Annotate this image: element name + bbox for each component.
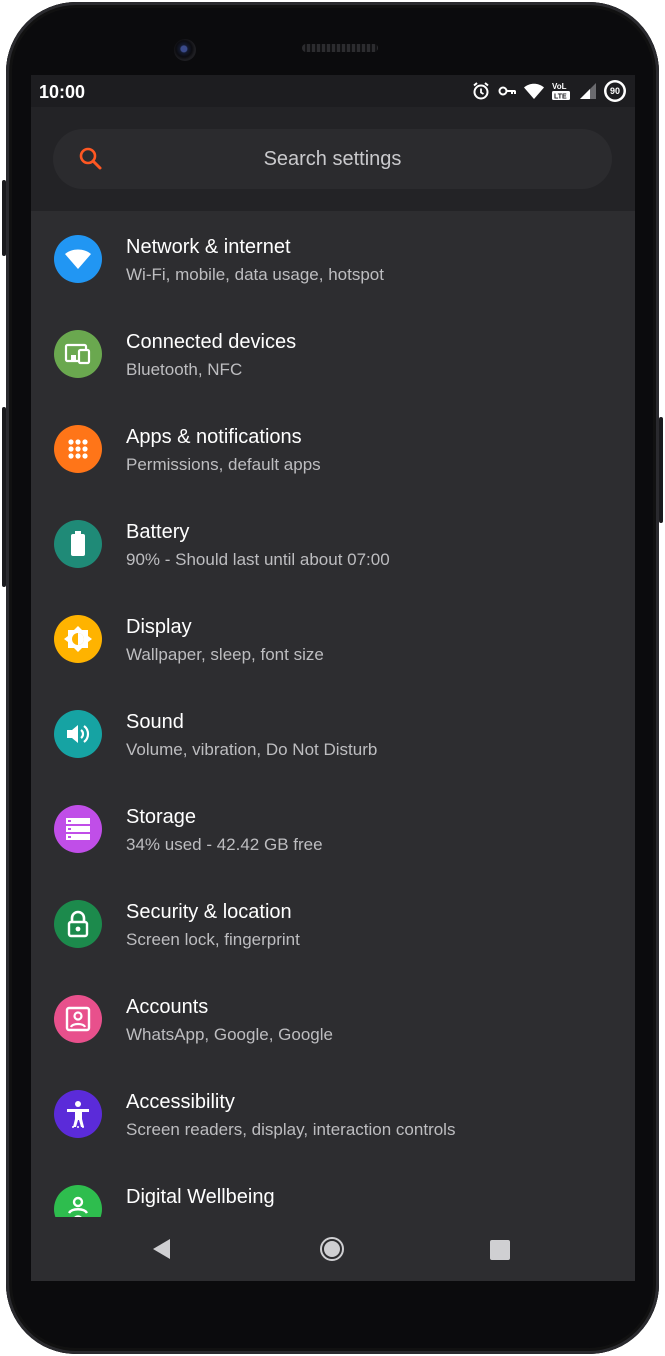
setting-title: Battery bbox=[126, 521, 190, 543]
setting-subtitle: Screen readers, display, interaction con… bbox=[126, 1120, 456, 1139]
setting-display[interactable]: Display Wallpaper, sleep, font size bbox=[31, 591, 635, 686]
brightness-icon bbox=[54, 615, 102, 663]
back-icon[interactable] bbox=[151, 1237, 173, 1266]
home-icon[interactable] bbox=[320, 1237, 344, 1266]
setting-apps-notifications[interactable]: Apps & notifications Permissions, defaul… bbox=[31, 401, 635, 496]
accessibility-icon bbox=[54, 1090, 102, 1138]
search-placeholder: Search settings bbox=[263, 147, 402, 170]
search-header: Search settings bbox=[31, 107, 635, 211]
volume-icon bbox=[54, 710, 102, 758]
setting-subtitle: Volume, vibration, Do Not Disturb bbox=[126, 740, 378, 759]
battery-icon bbox=[54, 520, 102, 568]
status-bar: 10:00 VoL LTE 90 bbox=[31, 75, 635, 107]
navigation-bar bbox=[31, 1217, 635, 1281]
status-icons: VoL LTE 90 bbox=[471, 79, 627, 103]
power-button bbox=[659, 417, 663, 523]
setting-battery[interactable]: Battery 90% - Should last until about 07… bbox=[31, 496, 635, 591]
setting-title: Network & internet bbox=[126, 236, 291, 258]
battery-icon: 90 bbox=[603, 79, 627, 103]
setting-title: Sound bbox=[126, 711, 184, 733]
setting-subtitle: 90% - Should last until about 07:00 bbox=[126, 550, 390, 569]
setting-title: Accessibility bbox=[126, 1091, 235, 1113]
setting-title: Security & location bbox=[126, 901, 292, 923]
volume-rocker bbox=[2, 407, 6, 587]
storage-icon bbox=[54, 805, 102, 853]
front-camera bbox=[174, 39, 196, 61]
setting-storage[interactable]: Storage 34% used - 42.42 GB free bbox=[31, 781, 635, 876]
earpiece bbox=[302, 44, 378, 52]
setting-title: Storage bbox=[126, 806, 197, 828]
volte-lte-icon: VoL LTE bbox=[551, 80, 573, 102]
setting-subtitle: Permissions, default apps bbox=[126, 455, 321, 474]
screen: 10:00 VoL LTE 90 Search settings Network… bbox=[31, 75, 635, 1281]
setting-subtitle: Screen lock, fingerprint bbox=[126, 930, 300, 949]
devices-icon bbox=[54, 330, 102, 378]
setting-title: Digital Wellbeing bbox=[126, 1186, 275, 1208]
setting-connected-devices[interactable]: Connected devices Bluetooth, NFC bbox=[31, 306, 635, 401]
setting-subtitle: 34% used - 42.42 GB free bbox=[126, 835, 323, 854]
setting-title: Apps & notifications bbox=[126, 426, 302, 448]
recents-icon[interactable] bbox=[489, 1239, 511, 1266]
alarm-icon bbox=[471, 81, 491, 101]
search-bar[interactable]: Search settings bbox=[53, 129, 612, 189]
setting-title: Display bbox=[126, 616, 192, 638]
svg-text:VoL: VoL bbox=[552, 82, 567, 91]
setting-subtitle: WhatsApp, Google, Google bbox=[126, 1025, 333, 1044]
battery-level: 90 bbox=[609, 86, 620, 96]
setting-subtitle: Bluetooth, NFC bbox=[126, 360, 243, 379]
status-time: 10:00 bbox=[39, 82, 86, 102]
account-icon bbox=[54, 995, 102, 1043]
setting-subtitle: Wi-Fi, mobile, data usage, hotspot bbox=[126, 265, 384, 284]
lock-icon bbox=[54, 900, 102, 948]
svg-text:LTE: LTE bbox=[554, 94, 567, 101]
setting-accessibility[interactable]: Accessibility Screen readers, display, i… bbox=[31, 1066, 635, 1161]
setting-accounts[interactable]: Accounts WhatsApp, Google, Google bbox=[31, 971, 635, 1066]
wifi-icon bbox=[54, 235, 102, 283]
setting-title: Connected devices bbox=[126, 331, 297, 353]
vpn-key-icon bbox=[497, 81, 517, 101]
apps-grid-icon bbox=[54, 425, 102, 473]
setting-sound[interactable]: Sound Volume, vibration, Do Not Disturb bbox=[31, 686, 635, 781]
setting-security-location[interactable]: Security & location Screen lock, fingerp… bbox=[31, 876, 635, 971]
wifi-icon bbox=[523, 81, 545, 101]
search-icon[interactable] bbox=[77, 145, 105, 178]
setting-title: Accounts bbox=[126, 996, 209, 1018]
signal-icon bbox=[579, 82, 597, 100]
setting-subtitle: Wallpaper, sleep, font size bbox=[126, 645, 324, 664]
setting-network-internet[interactable]: Network & internet Wi-Fi, mobile, data u… bbox=[31, 211, 635, 306]
volume-button bbox=[2, 180, 6, 256]
